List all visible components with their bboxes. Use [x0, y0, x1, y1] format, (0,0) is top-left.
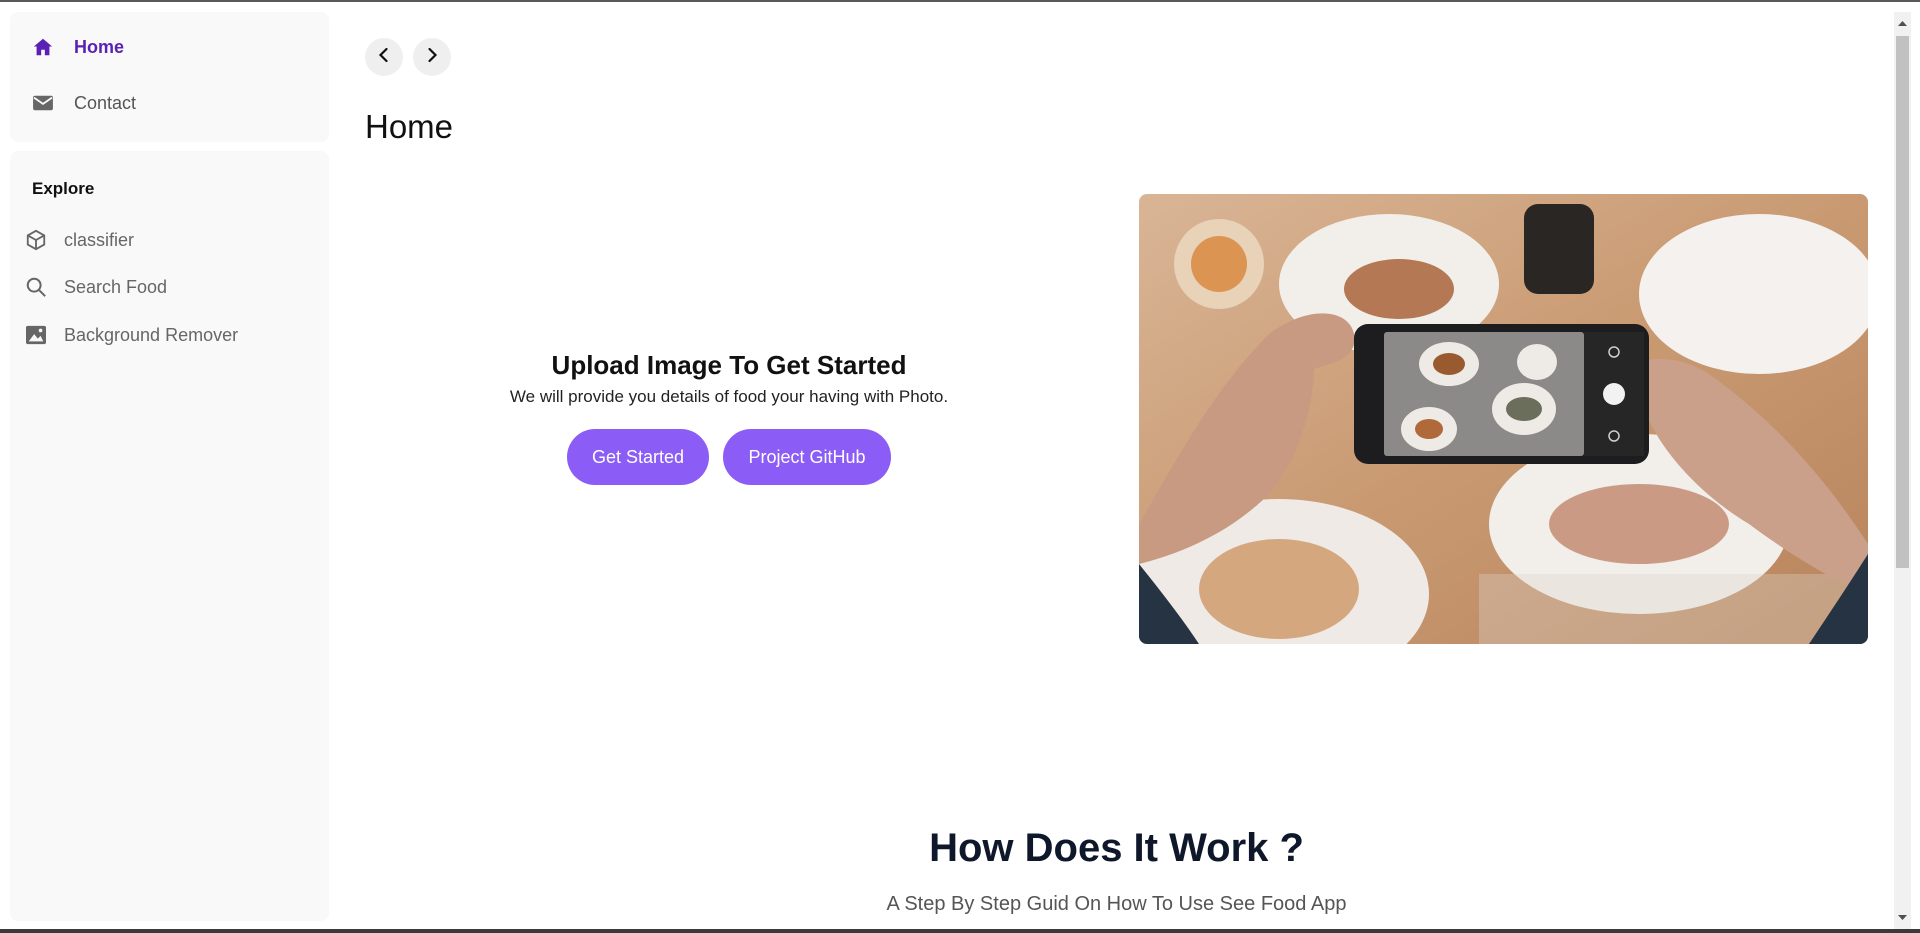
sidebar-item-background-remover[interactable]: Background Remover — [24, 323, 238, 347]
explore-heading: Explore — [32, 179, 95, 198]
sidebar-item-label: classifier — [64, 229, 135, 250]
home-icon — [30, 34, 56, 60]
window-top-border — [0, 0, 1920, 2]
sidebar-item-classifier[interactable]: classifier — [24, 228, 134, 252]
envelope-icon — [30, 90, 56, 116]
page-title: Home — [365, 108, 454, 145]
hero-subtext: We will provide you details of food your… — [509, 387, 949, 406]
sidebar-item-label: Background Remover — [64, 324, 239, 345]
hero-section: Upload Image To Get Started We will prov… — [365, 350, 1093, 485]
sidebar-explore: Explore classifier Search Food Backgroun… — [10, 151, 329, 921]
scroll-up-icon[interactable] — [1897, 18, 1908, 29]
page-scrollbar[interactable] — [1894, 12, 1911, 929]
image-icon — [24, 323, 48, 347]
chevron-right-icon — [424, 47, 440, 68]
hero-food-photo — [1139, 194, 1868, 644]
sidebar-item-label: Search Food — [64, 276, 168, 297]
sidebar-item-search-food[interactable]: Search Food — [24, 275, 167, 299]
back-button[interactable] — [365, 38, 403, 76]
how-it-works-subtitle: A Step By Step Guid On How To Use See Fo… — [886, 893, 1347, 915]
sidebar-item-contact[interactable]: Contact — [30, 90, 136, 116]
forward-button[interactable] — [413, 38, 451, 76]
sidebar-nav: Home Contact — [10, 12, 329, 142]
hero-buttons: Get Started Project GitHub — [365, 429, 1093, 485]
project-github-button[interactable]: Project GitHub — [723, 429, 891, 485]
cube-icon — [24, 228, 48, 252]
get-started-button[interactable]: Get Started — [567, 429, 709, 485]
window-bottom-border — [0, 929, 1920, 933]
search-icon — [24, 275, 48, 299]
sidebar-item-label: Home — [74, 36, 125, 57]
scroll-down-icon[interactable] — [1897, 912, 1908, 923]
sidebar-item-label: Contact — [74, 92, 137, 113]
chevron-left-icon — [376, 47, 392, 68]
scroll-thumb[interactable] — [1896, 36, 1909, 568]
sidebar-item-home[interactable]: Home — [30, 34, 124, 60]
hero-heading: Upload Image To Get Started — [551, 350, 907, 380]
how-it-works-title: How Does It Work ? — [929, 826, 1304, 870]
